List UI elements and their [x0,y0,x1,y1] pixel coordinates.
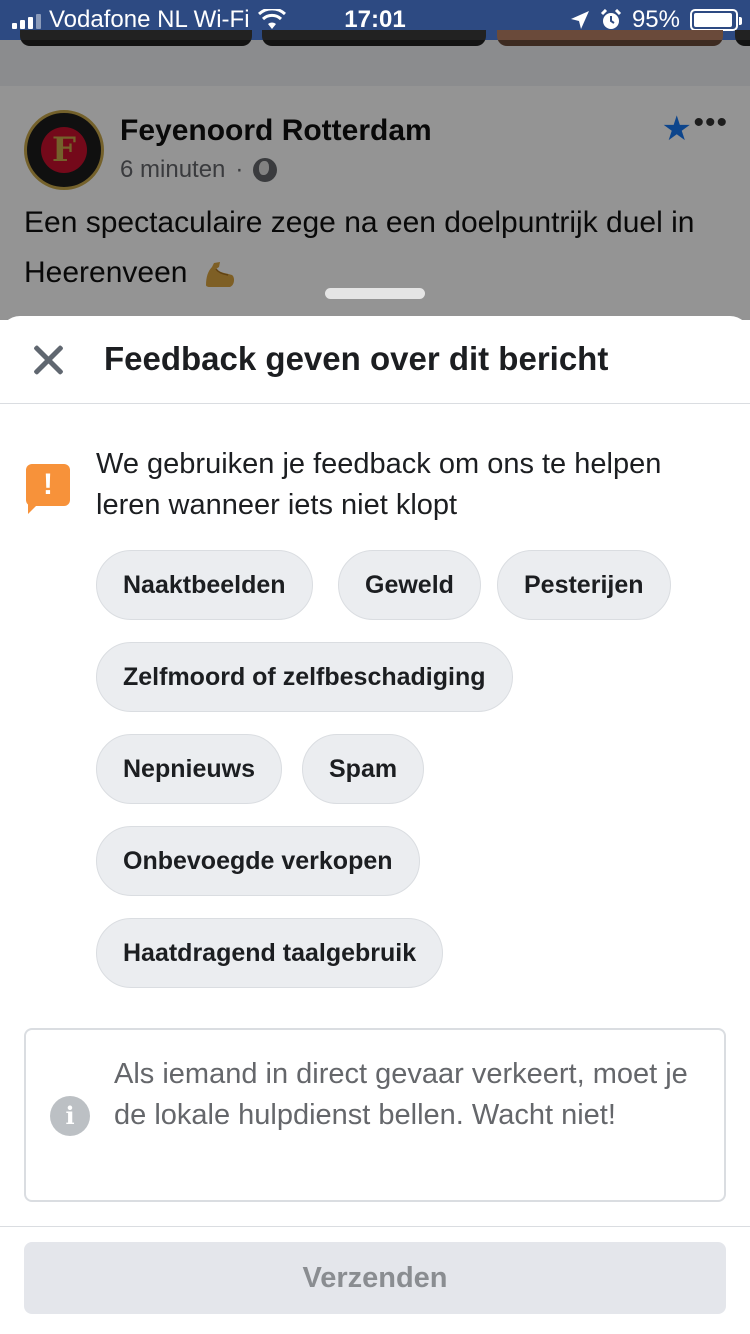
option-spam[interactable]: Spam [302,734,425,804]
sheet-grabber[interactable] [325,288,425,299]
submit-button[interactable]: Verzenden [24,1242,726,1314]
report-icon: ! [26,464,70,514]
battery-level-fill [694,13,732,27]
emergency-info-box: i Als iemand in direct gevaar verkeert, … [24,1028,726,1202]
option-pesterijen[interactable]: Pesterijen [497,550,671,620]
info-icon: i [50,1096,90,1136]
option-zelfmoord-of-zelfbeschadiging[interactable]: Zelfmoord of zelfbeschadiging [96,642,513,712]
option-onbevoegde-verkopen[interactable]: Onbevoegde verkopen [96,826,420,896]
emergency-info-text: Als iemand in direct gevaar verkeert, mo… [114,1058,688,1131]
option-geweld[interactable]: Geweld [338,550,481,620]
option-haatdragend-taalgebruik[interactable]: Haatdragend taalgebruik [96,918,444,988]
option-naaktbeelden[interactable]: Naaktbeelden [96,550,313,620]
location-arrow-icon [570,11,589,29]
close-icon[interactable] [26,338,70,382]
battery-icon [690,9,742,31]
alarm-icon [600,9,622,29]
sheet-header: Feedback geven over dit bericht [0,316,750,404]
dim-overlay[interactable] [0,40,750,320]
notice-text: We gebruiken je feedback om ons te helpe… [96,448,662,521]
footer-divider [0,1226,750,1227]
feedback-sheet: Feedback geven over dit bericht ! We geb… [0,316,750,1334]
option-nepnieuws[interactable]: Nepnieuws [96,734,282,804]
sheet-title: Feedback geven over dit bericht [104,340,609,377]
